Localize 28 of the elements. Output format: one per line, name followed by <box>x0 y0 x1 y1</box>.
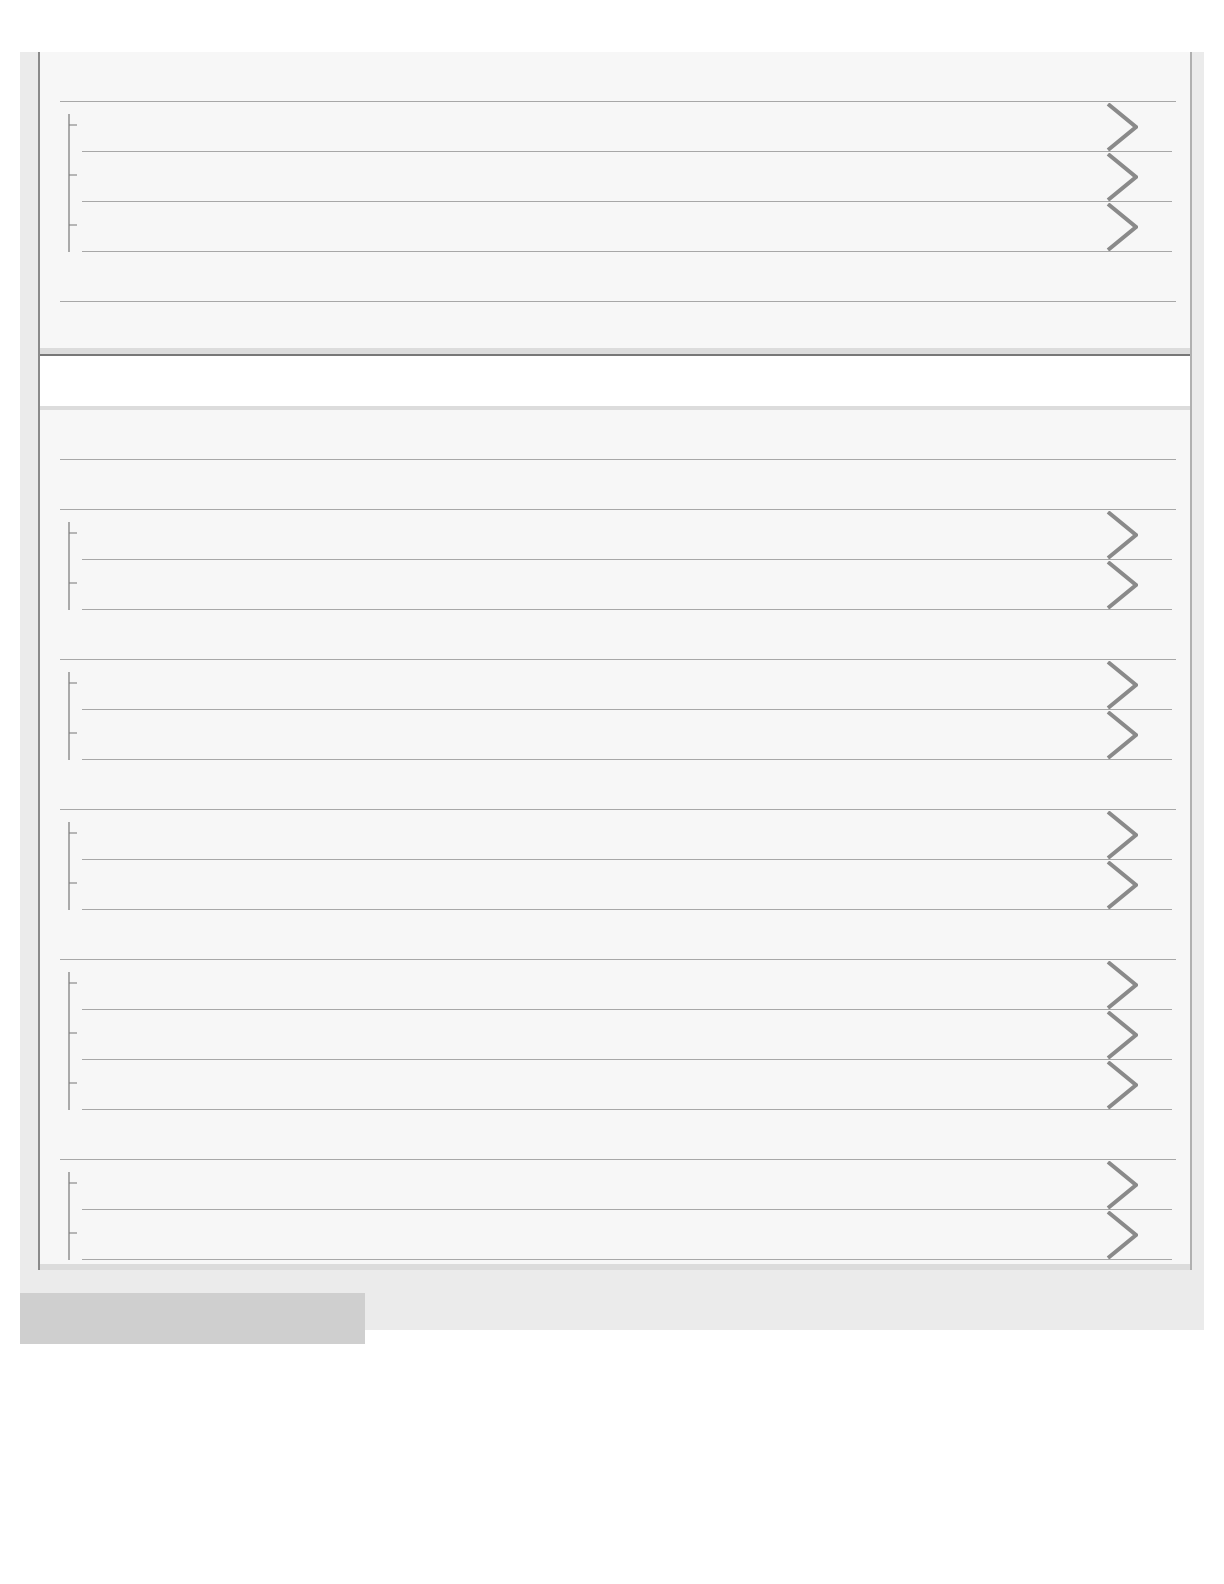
list-item[interactable] <box>82 810 1172 860</box>
chevron-right-icon <box>1106 202 1138 251</box>
list-item[interactable] <box>82 152 1172 202</box>
chevron-right-icon <box>1106 1160 1138 1209</box>
list-item[interactable] <box>82 102 1172 152</box>
list-item[interactable] <box>82 510 1172 560</box>
list-item[interactable] <box>82 1210 1172 1260</box>
list-item[interactable] <box>82 560 1172 610</box>
list-item[interactable] <box>82 860 1172 910</box>
chevron-right-icon <box>1106 960 1138 1009</box>
list-item[interactable] <box>82 960 1172 1010</box>
list-item[interactable] <box>82 1010 1172 1060</box>
chevron-right-icon <box>1106 510 1138 559</box>
chevron-right-icon <box>1106 1010 1138 1059</box>
chevron-right-icon <box>1106 810 1138 859</box>
list-item[interactable] <box>82 660 1172 710</box>
chevron-right-icon <box>1106 860 1138 909</box>
chevron-right-icon <box>1106 660 1138 709</box>
list-item[interactable] <box>82 1160 1172 1210</box>
chevron-right-icon <box>1106 152 1138 201</box>
chevron-right-icon <box>1106 1060 1138 1109</box>
list-item[interactable] <box>82 202 1172 252</box>
chevron-right-icon <box>1106 102 1138 151</box>
list-item[interactable] <box>82 1060 1172 1110</box>
chevron-right-icon <box>1106 1210 1138 1259</box>
chevron-right-icon <box>1106 710 1138 759</box>
list-item[interactable] <box>82 710 1172 760</box>
chevron-right-icon <box>1106 560 1138 609</box>
